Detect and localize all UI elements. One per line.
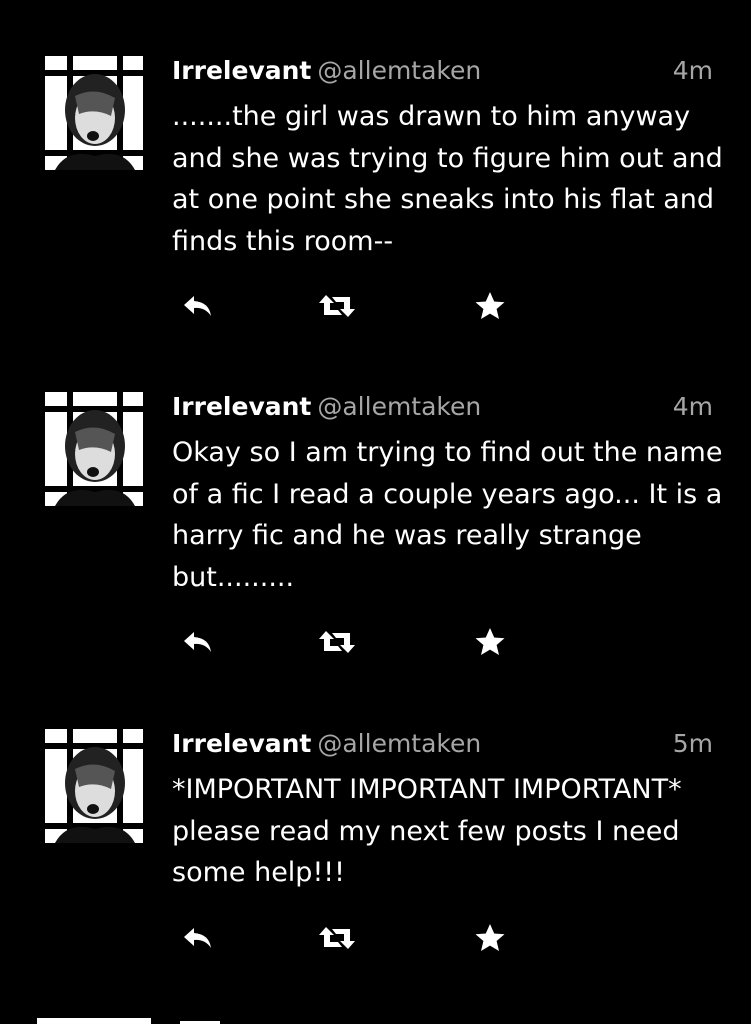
display-name[interactable]: Irrelevant — [172, 392, 311, 421]
retweet-icon — [319, 295, 355, 317]
avatar[interactable] — [37, 392, 151, 506]
tweet-header: Irrelevant @allemtaken 4m — [172, 390, 713, 424]
tweet-header: Irrelevant @allemtaken 5m — [172, 727, 713, 761]
next-tweet-avatar-partial — [37, 1018, 151, 1024]
retweet-button[interactable] — [315, 286, 359, 326]
reply-icon — [184, 632, 211, 652]
retweet-button[interactable] — [315, 622, 359, 662]
star-icon — [475, 292, 505, 319]
tweet-text: Okay so I am trying to find out the name… — [172, 437, 723, 593]
favorite-button[interactable] — [468, 286, 512, 326]
avatar-image — [37, 56, 151, 170]
retweet-button[interactable] — [315, 918, 359, 958]
tweet-text: .......the girl was drawn to him anyway … — [172, 101, 723, 257]
avatar[interactable] — [37, 56, 151, 170]
reply-icon — [184, 296, 211, 316]
timestamp: 4m — [672, 392, 713, 421]
tweet-actions — [172, 622, 532, 662]
user-handle: @allemtaken — [317, 392, 482, 421]
avatar-image — [37, 392, 151, 506]
star-icon — [475, 628, 505, 655]
reply-button[interactable] — [176, 286, 220, 326]
user-handle: @allemtaken — [317, 56, 482, 85]
tweet-actions — [172, 286, 532, 326]
timestamp: 4m — [672, 56, 713, 85]
reply-icon — [184, 928, 211, 948]
tweet-feed: Irrelevant @allemtaken 4m .......the girl… — [0, 0, 751, 1024]
tweet-header: Irrelevant @allemtaken 4m — [172, 54, 713, 88]
display-name[interactable]: Irrelevant — [172, 729, 311, 758]
favorite-button[interactable] — [468, 918, 512, 958]
star-icon — [475, 924, 505, 951]
tweet-text: *IMPORTANT IMPORTANT IMPORTANT* please r… — [172, 774, 682, 888]
avatar[interactable] — [37, 729, 151, 843]
favorite-button[interactable] — [468, 622, 512, 662]
retweet-icon — [319, 631, 355, 653]
retweet-icon — [319, 927, 355, 949]
user-handle: @allemtaken — [317, 729, 482, 758]
reply-button[interactable] — [176, 622, 220, 662]
display-name[interactable]: Irrelevant — [172, 56, 311, 85]
tweet-actions — [172, 918, 532, 958]
reply-button[interactable] — [176, 918, 220, 958]
timestamp: 5m — [672, 729, 713, 758]
avatar-image — [37, 729, 151, 843]
